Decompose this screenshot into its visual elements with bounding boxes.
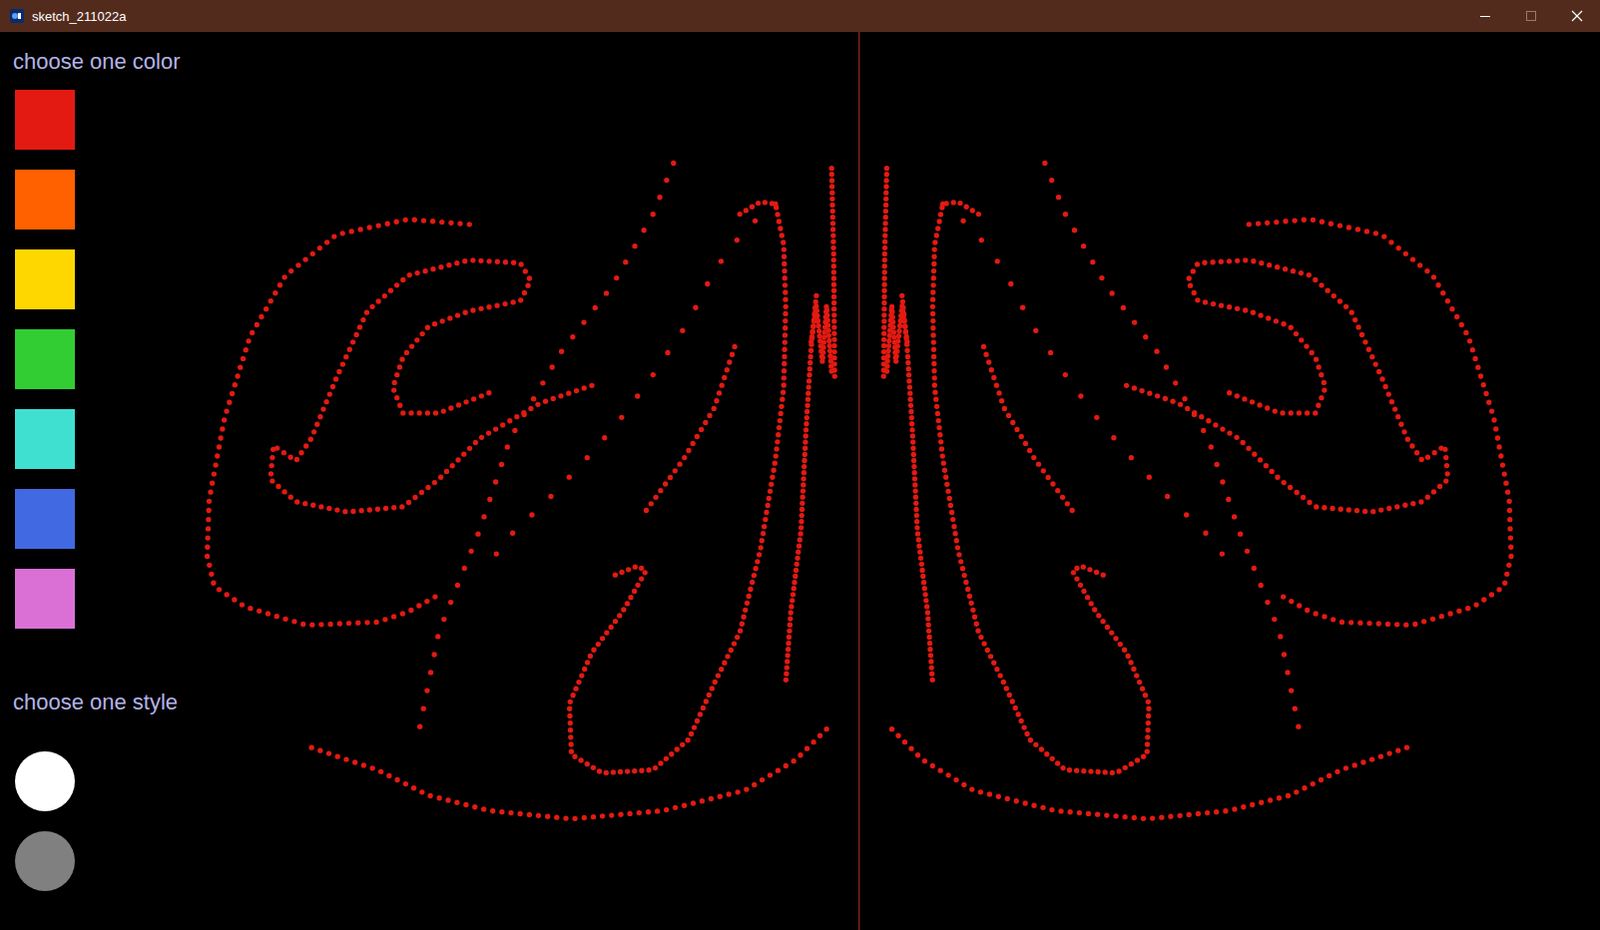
mirror-line [858,31,860,930]
color-label: choose one color [12,46,215,77]
title-bar: sketch_211022a [0,0,1600,32]
style-button[interactable] [14,751,75,812]
color-swatch[interactable] [14,169,75,230]
close-button[interactable] [1554,0,1600,32]
color-swatch[interactable] [14,89,75,150]
color-swatch[interactable] [14,409,75,470]
app-icon [9,8,24,23]
color-swatch[interactable] [14,329,75,390]
style-label: choose one style [12,687,215,718]
maximize-icon [1525,9,1538,22]
sketch-canvas[interactable]: choose one color choose one style [0,31,1600,930]
color-swatch[interactable] [14,489,75,549]
minimize-button[interactable] [1462,0,1509,32]
color-swatch[interactable] [14,249,75,310]
color-swatch[interactable] [14,568,75,629]
style-button[interactable] [14,831,75,892]
drawing-canvas[interactable] [0,31,1600,930]
minimize-icon [1479,9,1492,22]
tool-panel: choose one color choose one style [0,31,215,892]
maximize-button [1508,0,1555,32]
window-title: sketch_211022a [31,8,1463,24]
close-icon [1571,9,1584,22]
